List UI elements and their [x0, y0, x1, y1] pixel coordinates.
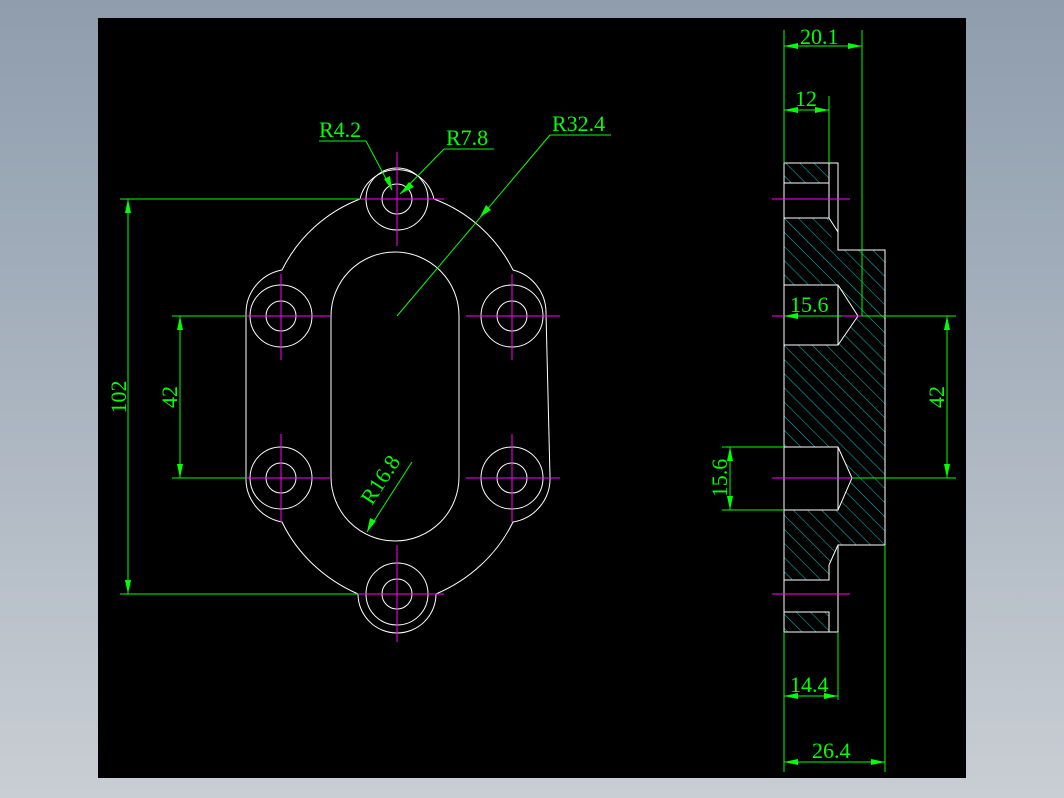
label-r16-8: R16.8	[355, 451, 405, 509]
central-oblong-slot	[330, 251, 460, 542]
bolt-hole-lower-right	[466, 434, 560, 522]
dim-label-12: 12	[795, 86, 817, 111]
drawing-canvas: 102 42 R4.2 R7.8 R32.4 R16.8 20.1 12 15.…	[98, 18, 966, 778]
leader-r32-4: R32.4	[396, 111, 611, 317]
dim-label-15-6-lower: 15.6	[707, 459, 732, 498]
dim-upper-hole: 15.6	[784, 292, 842, 319]
label-r7-8: R7.8	[446, 125, 488, 150]
dim-label-42-side: 42	[924, 386, 949, 408]
side-view: 20.1 12 15.6 42 15.6 14.4 26.4	[707, 24, 956, 772]
bolt-hole-top	[350, 152, 444, 246]
cad-drawing: 102 42 R4.2 R7.8 R32.4 R16.8 20.1 12 15.…	[106, 24, 956, 772]
dim-label-42-front: 42	[157, 386, 182, 408]
bolt-hole-bottom	[350, 545, 444, 642]
dim-bottom-counterbore: 14.4	[784, 632, 839, 700]
dim-label-14-4: 14.4	[790, 672, 829, 697]
dim-hole-spacing-front: 42	[157, 315, 246, 479]
bolt-hole-upper-left	[238, 274, 330, 360]
dim-label-26-4: 26.4	[812, 738, 851, 763]
label-r4-2: R4.2	[319, 117, 361, 142]
leader-r16-8: R16.8	[355, 451, 413, 533]
front-view: 102 42 R4.2 R7.8 R32.4 R16.8	[106, 111, 611, 642]
dim-overall-height: 102	[106, 198, 360, 595]
bolt-hole-lower-left	[238, 434, 330, 522]
dim-counterbore-depth: 12	[784, 86, 830, 163]
dim-label-15-6-upper: 15.6	[790, 292, 829, 317]
leader-r4-2: R4.2	[319, 117, 393, 191]
dim-label-102: 102	[106, 381, 131, 414]
section-hatching	[784, 163, 885, 632]
dim-label-20-1: 20.1	[800, 24, 839, 49]
label-r32-4: R32.4	[552, 111, 605, 136]
leader-r7-8: R7.8	[399, 125, 494, 195]
